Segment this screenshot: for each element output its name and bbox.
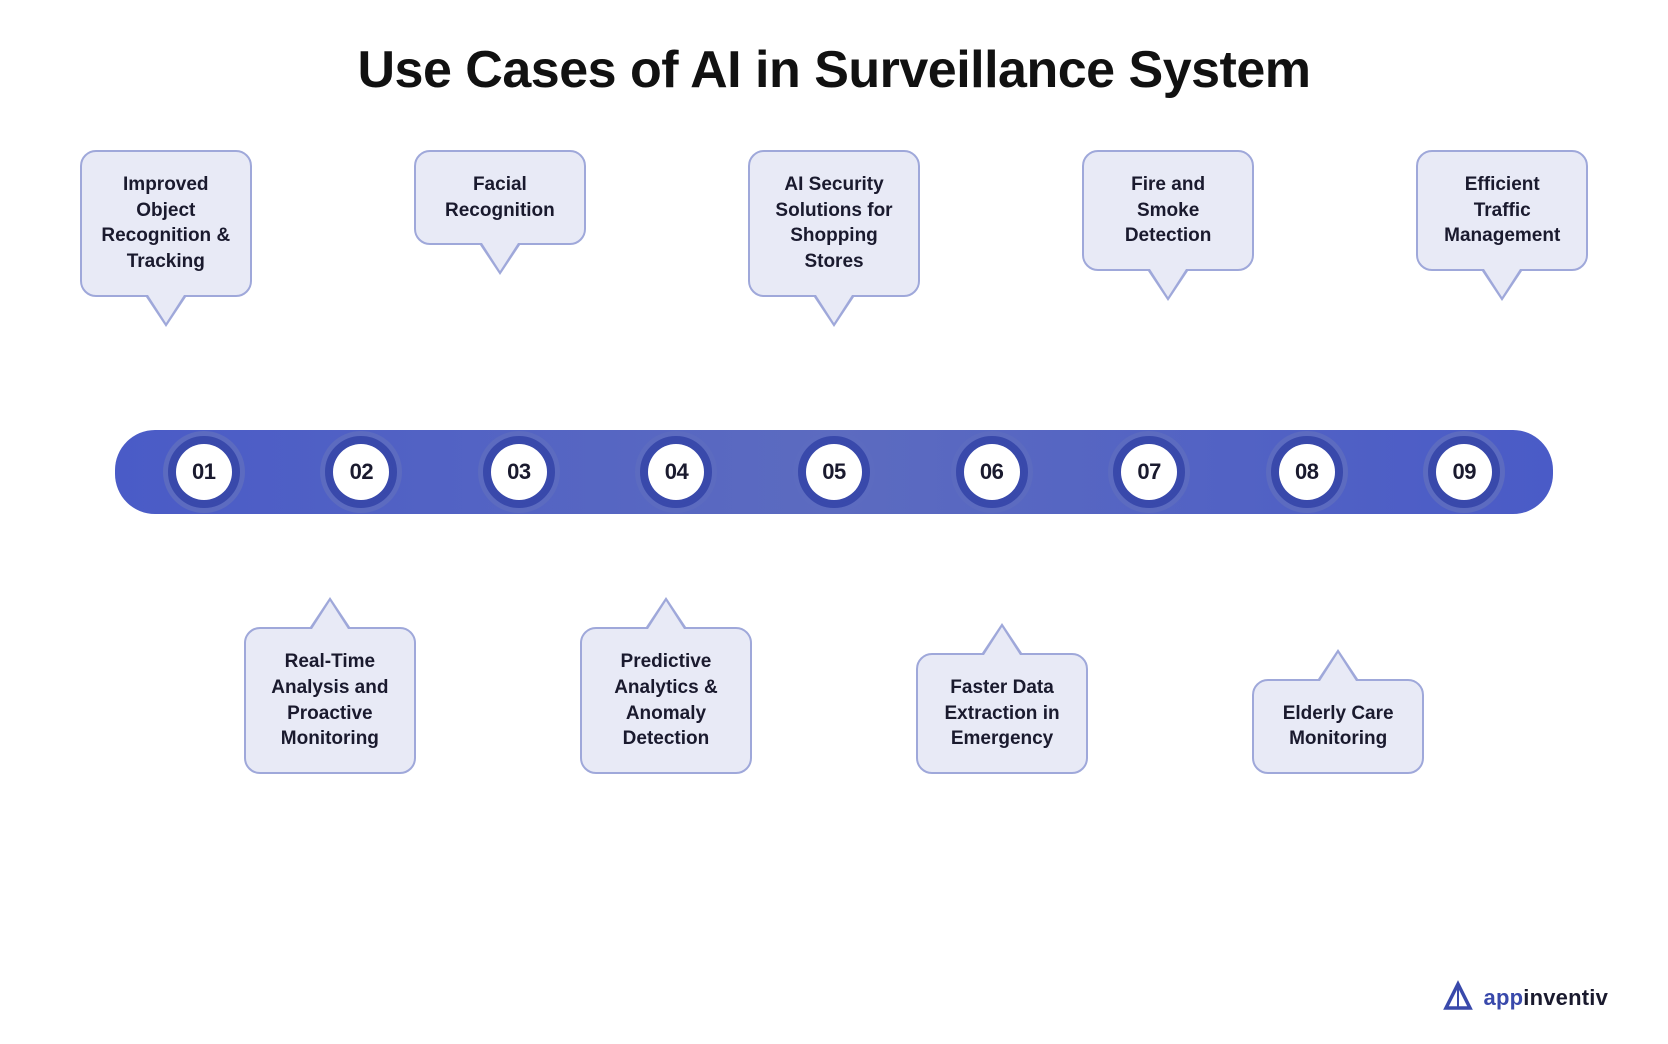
- node-07: 07: [1070, 436, 1228, 508]
- bubble-bottom-06: Faster Data Extraction in Emergency: [916, 653, 1088, 774]
- node-02: 02: [283, 436, 441, 508]
- bubble-top-07: Fire and Smoke Detection: [1082, 150, 1254, 271]
- logo-area: appinventiv: [1440, 980, 1608, 1016]
- node-01: 01: [125, 436, 283, 508]
- circle-outer-05: 05: [798, 436, 870, 508]
- bubble-top-01: Improved Object Recognition & Tracking: [80, 150, 252, 297]
- circle-outer-04: 04: [640, 436, 712, 508]
- page-title: Use Cases of AI in Surveillance System: [357, 40, 1310, 100]
- timeline-section: Improved Object Recognition & Tracking F…: [60, 150, 1608, 774]
- timeline-track: 01 02 03: [115, 430, 1553, 514]
- node-03: 03: [440, 436, 598, 508]
- node-05: 05: [755, 436, 913, 508]
- circle-inner-09: 09: [1436, 444, 1492, 500]
- bubble-top-05: AI Security Solutions for Shopping Store…: [748, 150, 920, 297]
- bubble-top-03: Facial Recognition: [414, 150, 586, 245]
- circle-inner-04: 04: [648, 444, 704, 500]
- circle-outer-01: 01: [168, 436, 240, 508]
- node-06: 06: [913, 436, 1071, 508]
- circle-inner-03: 03: [491, 444, 547, 500]
- circle-inner-07: 07: [1121, 444, 1177, 500]
- top-bubbles-row: Improved Object Recognition & Tracking F…: [60, 150, 1608, 430]
- bubble-top-09: Efficient Traffic Management: [1416, 150, 1588, 271]
- page-wrapper: Use Cases of AI in Surveillance System I…: [0, 0, 1668, 1044]
- bubble-bottom-08: Elderly Care Monitoring: [1252, 679, 1424, 774]
- node-09: 09: [1386, 436, 1544, 508]
- circle-inner-02: 02: [333, 444, 389, 500]
- timeline-row: 01 02 03: [60, 430, 1608, 514]
- node-04: 04: [598, 436, 756, 508]
- bubble-bottom-02: Real-Time Analysis and Proactive Monitor…: [244, 627, 416, 774]
- bottom-bubbles-row: Real-Time Analysis and Proactive Monitor…: [60, 514, 1608, 774]
- circle-inner-01: 01: [176, 444, 232, 500]
- circle-outer-08: 08: [1271, 436, 1343, 508]
- circle-outer-06: 06: [956, 436, 1028, 508]
- circle-outer-09: 09: [1428, 436, 1500, 508]
- circle-inner-05: 05: [806, 444, 862, 500]
- appinventiv-logo-icon: [1440, 980, 1476, 1016]
- logo-text: appinventiv: [1484, 985, 1608, 1011]
- circle-inner-06: 06: [964, 444, 1020, 500]
- circle-outer-03: 03: [483, 436, 555, 508]
- circle-inner-08: 08: [1279, 444, 1335, 500]
- circle-outer-07: 07: [1113, 436, 1185, 508]
- circle-outer-02: 02: [325, 436, 397, 508]
- node-08: 08: [1228, 436, 1386, 508]
- bubble-bottom-04: Predictive Analytics & Anomaly Detection: [580, 627, 752, 774]
